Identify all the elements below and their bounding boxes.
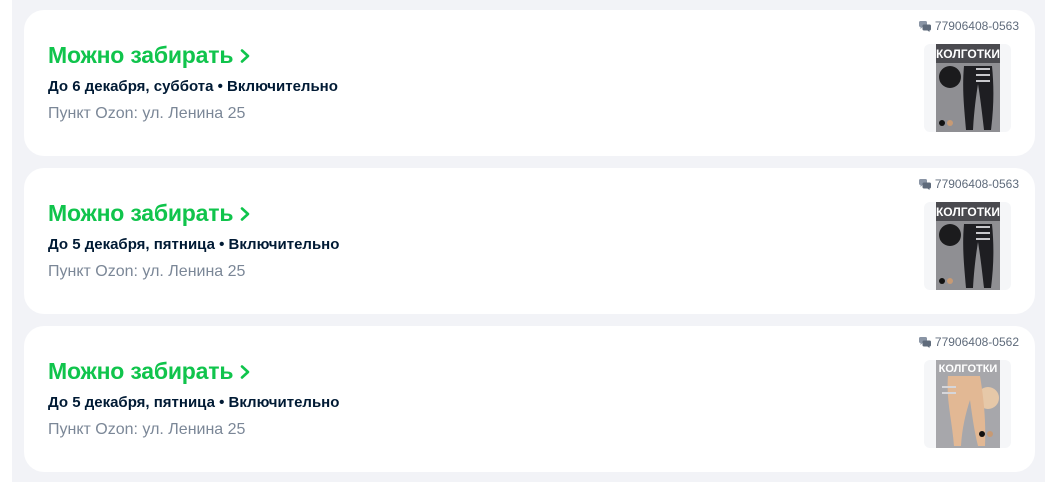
pickup-point-address: Пункт Ozon: ул. Ленина 25 (48, 105, 246, 122)
order-number[interactable]: 77906408-0563 (918, 19, 1019, 33)
product-thumbnail[interactable]: КОЛГОТКИ (924, 360, 1011, 448)
order-status-link[interactable]: Можно забирать (48, 200, 253, 227)
order-status-link[interactable]: Можно забирать (48, 358, 253, 385)
tights-black-image: КОЛГОТКИ (936, 44, 1000, 132)
tights-beige-image: КОЛГОТКИ (936, 360, 1000, 448)
product-package-label: КОЛГОТКИ (936, 205, 1000, 219)
pickup-deadline: До 5 декабря, пятница • Включительно (48, 236, 340, 253)
pickup-point-address: Пункт Ozon: ул. Ленина 25 (48, 263, 246, 280)
product-package-label: КОЛГОТКИ (936, 47, 1000, 61)
product-thumbnail[interactable]: КОЛГОТКИ (924, 202, 1011, 290)
order-number-text: 77906408-0563 (934, 177, 1019, 191)
order-number-text: 77906408-0563 (934, 19, 1019, 33)
pickup-deadline: До 6 декабря, суббота • Включительно (48, 78, 338, 95)
order-card[interactable]: Можно забирать До 5 декабря, пятница • В… (24, 326, 1035, 472)
product-thumbnail[interactable]: КОЛГОТКИ (924, 44, 1011, 132)
chevron-right-icon (240, 206, 250, 221)
order-card[interactable]: Можно забирать До 6 декабря, суббота • В… (24, 10, 1035, 156)
chat-bubbles-icon (918, 336, 931, 348)
pickup-point-address: Пункт Ozon: ул. Ленина 25 (48, 421, 246, 438)
product-package-label: КОЛГОТКИ (939, 363, 998, 375)
order-number[interactable]: 77906408-0563 (918, 177, 1019, 191)
order-number[interactable]: 77906408-0562 (918, 335, 1019, 349)
chevron-right-icon (240, 364, 250, 379)
order-status-label: Можно забирать (48, 358, 234, 384)
order-status-label: Можно забирать (48, 42, 234, 68)
order-card[interactable]: Можно забирать До 5 декабря, пятница • В… (24, 168, 1035, 314)
chevron-right-icon (240, 48, 250, 63)
pickup-deadline: До 5 декабря, пятница • Включительно (48, 394, 340, 411)
order-status-label: Можно забирать (48, 200, 234, 226)
order-number-text: 77906408-0562 (934, 335, 1019, 349)
order-status-link[interactable]: Можно забирать (48, 42, 253, 69)
tights-black-image: КОЛГОТКИ (936, 202, 1000, 290)
chat-bubbles-icon (918, 20, 931, 32)
chat-bubbles-icon (918, 178, 931, 190)
